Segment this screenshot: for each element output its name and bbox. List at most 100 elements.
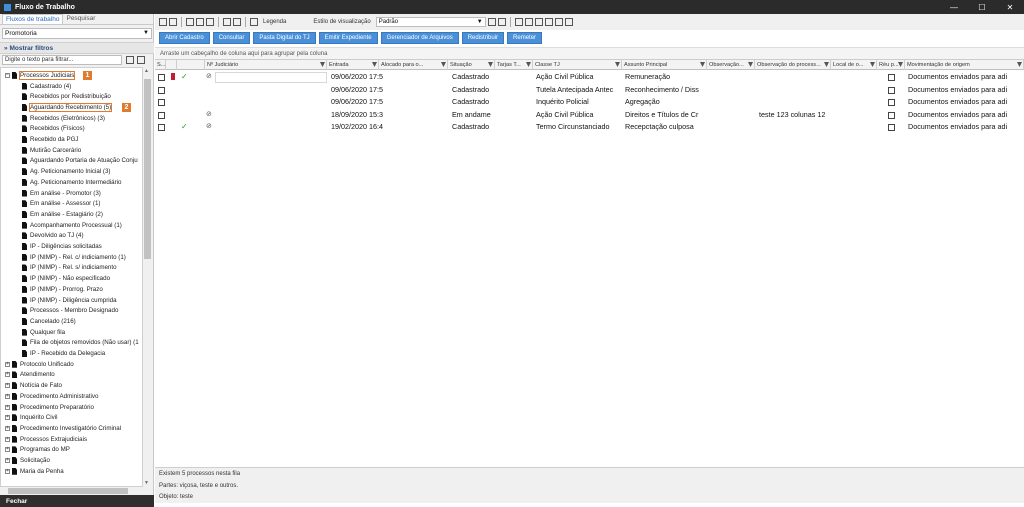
tree-view-icon[interactable] [544, 18, 553, 26]
column-header[interactable]: Observação... [707, 60, 755, 70]
reu-preso-checkbox[interactable] [888, 99, 895, 106]
filter-icon[interactable] [320, 62, 325, 67]
action-button[interactable]: Pasta Digital do TJ [253, 32, 316, 44]
show-filters-toggle[interactable]: » Mostrar filtros [0, 42, 154, 54]
action-button[interactable]: Remeter [507, 32, 543, 44]
filter-icon[interactable] [748, 62, 753, 67]
close-panel-button[interactable]: Fechar [0, 495, 154, 507]
filter-icon[interactable] [488, 62, 493, 67]
maximize-icon[interactable]: ☐ [968, 0, 996, 14]
font-icon[interactable] [250, 18, 258, 26]
column-header[interactable]: Movimentação de origem [905, 60, 1024, 70]
tree-item[interactable]: Aguardando Recebimento (5) 2 [22, 102, 131, 113]
promotoria-select[interactable]: Promotoria ▼ [2, 28, 152, 39]
column-header[interactable]: Nº Judiciário [205, 60, 327, 70]
tree-item[interactable]: IP - Diligências solicitadas [22, 241, 102, 252]
tree-item[interactable]: Recebidos (Eletrônicos) (3) [22, 113, 105, 124]
tree-item[interactable]: IP (NIMP) - Prorrog. Prazo [22, 284, 103, 295]
action-button[interactable]: Gerenciador de Arquivos [380, 32, 459, 44]
tree-item[interactable]: Cancelado (216) [22, 316, 76, 327]
tree-item[interactable]: Recebido da PGJ [22, 134, 79, 145]
column-header[interactable] [166, 60, 177, 70]
action-button[interactable]: Consultar [212, 32, 251, 44]
document-icon[interactable] [223, 18, 231, 26]
tree-item[interactable]: Devolvido ao TJ (4) [22, 231, 84, 242]
column-header[interactable]: Classe TJ [533, 60, 622, 70]
column-header[interactable]: Local de o... [831, 60, 877, 70]
tree-item[interactable]: + Solicitação [5, 455, 50, 466]
column-header[interactable]: Observação do process... [755, 60, 831, 70]
tree-item[interactable]: + Procedimento Administrativo [5, 391, 98, 402]
filter-icon[interactable] [1017, 62, 1022, 67]
reu-preso-checkbox[interactable] [888, 86, 895, 94]
tree-item[interactable]: Mutirão Carcerário [22, 145, 81, 156]
table-row[interactable]: 09/06/2020 17:5 Cadastrado Tutela Antecipa… [155, 84, 1024, 97]
expand-icon[interactable]: − [5, 72, 10, 78]
column-header[interactable]: Réu p... [877, 60, 905, 70]
tree-item[interactable]: Ag. Peticionamento Intermediário [22, 177, 122, 188]
tab-pesquisar[interactable]: Pesquisar [63, 14, 98, 24]
row-select-checkbox[interactable] [158, 86, 165, 94]
tree-item[interactable]: + Maria da Penha [5, 466, 64, 477]
row-select-checkbox[interactable] [158, 111, 165, 119]
expand-icon[interactable]: + [5, 361, 10, 367]
expand-icon[interactable]: + [5, 425, 10, 431]
scroll-thumb[interactable] [144, 79, 151, 259]
table-row[interactable]: ⊘ 18/09/2020 15:3 Em andame Ação Civil Públ… [155, 109, 1024, 122]
tree-filter-input[interactable]: Digite o texto para filtrar... [2, 55, 122, 65]
row-select-checkbox[interactable] [158, 74, 165, 81]
column-header[interactable]: Assunto Principal [622, 60, 707, 70]
tree-item[interactable]: Fila de objetos removidos (Não usar) (1 [22, 338, 139, 349]
filter-icon[interactable] [526, 62, 531, 67]
hscroll-thumb[interactable] [8, 488, 128, 494]
row-select-checkbox[interactable] [158, 124, 165, 131]
filter-icon[interactable] [615, 62, 620, 67]
tree-horizontal-scrollbar[interactable] [0, 487, 152, 495]
column-header[interactable]: Alocado para o... [379, 60, 448, 70]
tree-item[interactable]: Aguardando Portaria de Atuação Conju [22, 156, 138, 167]
column-header[interactable] [177, 60, 205, 70]
judicial-number-field[interactable] [215, 72, 327, 83]
group-by-hint[interactable]: Arraste um cabeçalho de coluna aqui para… [155, 47, 1024, 59]
save-icon[interactable] [233, 18, 241, 26]
view-style-select[interactable]: Padrão ▼ [375, 17, 486, 27]
tab-fluxos[interactable]: Fluxos de trabalho [2, 14, 64, 24]
close-icon[interactable]: ✕ [996, 0, 1024, 14]
column-header[interactable]: Situação [448, 60, 495, 70]
tree-item[interactable]: Em análise - Assessor (1) [22, 198, 101, 209]
expand-icon[interactable]: + [5, 468, 10, 474]
tree-item[interactable]: Recebidos (Físicos) [22, 124, 85, 135]
tree-item[interactable]: Processos - Membro Designado [22, 305, 118, 316]
tree-item[interactable]: + Protocolo Unificado [5, 359, 74, 370]
action-button[interactable]: Redistribuir [461, 32, 505, 44]
tree-item[interactable]: + Inquérito Civil [5, 412, 58, 423]
legend-label[interactable]: Legenda [263, 19, 286, 25]
collapse-all-icon[interactable] [137, 56, 145, 64]
tree-item[interactable]: + Procedimento Investigatório Criminal [5, 423, 121, 434]
filter-icon[interactable] [700, 62, 705, 67]
tree-item[interactable]: IP - Recebido da Delegacia [22, 348, 105, 359]
columns-icon[interactable] [524, 18, 533, 26]
tree-item[interactable]: IP (NIMP) - Diligência cumprida [22, 295, 117, 306]
tree-item[interactable]: + Programas do MP [5, 445, 70, 456]
table-row[interactable]: ✓ ⊘ 19/02/2020 16:4 Cadastrado Termo Circuns… [155, 121, 1024, 134]
save-view-icon[interactable] [487, 18, 496, 26]
tree-item[interactable]: IP (NIMP) - Não especificado [22, 273, 110, 284]
tree-item[interactable]: Ag. Peticionamento Inicial (3) [22, 166, 110, 177]
table-row[interactable]: ✓ ⊘ 09/06/2020 17:5 Cadastrado Ação Civil Pú… [155, 71, 1024, 84]
layers-icon[interactable] [206, 18, 214, 26]
export-icon[interactable] [514, 18, 523, 26]
grid-view-icon[interactable] [497, 18, 506, 26]
expand-all-icon[interactable] [126, 56, 134, 64]
tree-item[interactable]: Recebidos por Redistribuição [22, 91, 111, 102]
tree-item[interactable]: IP (NIMP) - Rel. c/ indiciamento (1) [22, 252, 126, 263]
duplicate-icon[interactable] [196, 18, 204, 26]
action-button[interactable]: Emitir Expediente [318, 32, 378, 44]
tree-item[interactable]: Em análise - Promotor (3) [22, 188, 101, 199]
expand-icon[interactable]: + [5, 393, 10, 399]
tree-item[interactable]: Em análise - Estagiário (2) [22, 209, 103, 220]
reu-preso-checkbox[interactable] [888, 111, 895, 119]
scroll-up-icon[interactable]: ▲ [144, 68, 149, 74]
print-icon[interactable] [564, 18, 573, 26]
filter-icon[interactable] [870, 62, 875, 67]
